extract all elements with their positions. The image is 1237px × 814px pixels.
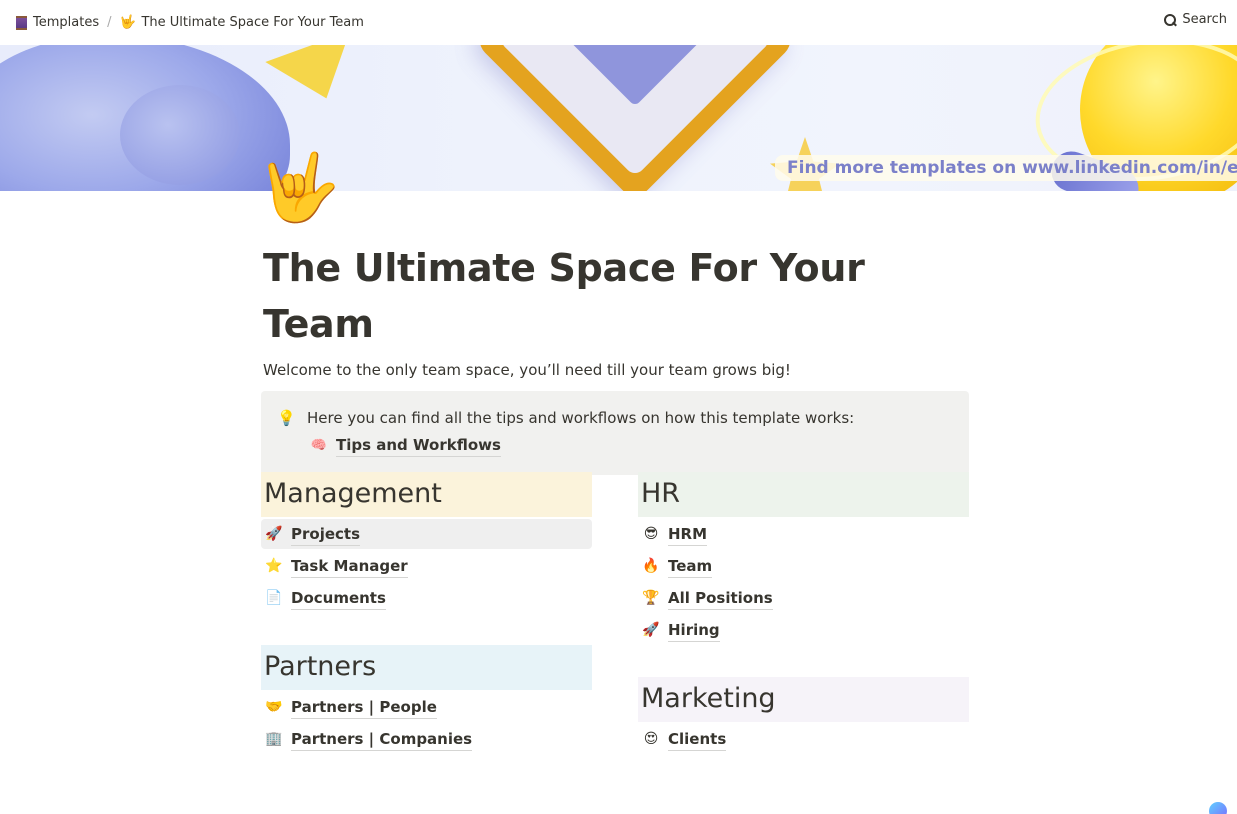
page-link-projects[interactable]: 🚀 Projects <box>261 519 592 549</box>
page-content: The Ultimate Space For Your Team Welcome… <box>261 240 969 475</box>
breadcrumb-templates[interactable]: Templates <box>12 13 103 32</box>
lightning-illustration <box>265 45 369 114</box>
top-bar: Templates / 🤟 The Ultimate Space For You… <box>0 0 1237 45</box>
page-link-hrm[interactable]: 😎 HRM <box>638 519 969 549</box>
section-heading-partners: Partners <box>261 645 592 690</box>
cover-banner-text: Find more templates on www.linkedin.com/… <box>775 155 1237 181</box>
office-building-icon: 🏢 <box>265 731 283 747</box>
page-link-task-manager[interactable]: ⭐ Task Manager <box>261 551 592 581</box>
heart-eyes-icon: 😍 <box>643 731 659 747</box>
trophy-icon: 🏆 <box>642 590 660 606</box>
page-link-team[interactable]: 🔥 Team <box>638 551 969 581</box>
tips-and-workflows-link[interactable]: 🧠 Tips and Workflows <box>310 434 854 457</box>
section-heading-hr: HR <box>638 472 969 517</box>
frame-illustration <box>472 45 798 191</box>
callout-text: Here you can find all the tips and workf… <box>307 409 855 427</box>
help-button[interactable] <box>1209 802 1227 814</box>
page-title[interactable]: The Ultimate Space For Your Team <box>263 240 969 352</box>
hand-rock-icon: 🤟 <box>119 15 136 30</box>
link-label: Partners | People <box>291 696 437 719</box>
sunglasses-face-icon: 😎 <box>643 526 659 542</box>
link-label: All Positions <box>668 587 773 610</box>
breadcrumb-label: The Ultimate Space For Your Team <box>141 15 364 30</box>
page-link-all-positions[interactable]: 🏆 All Positions <box>638 583 969 613</box>
rocket-icon: 🚀 <box>265 526 283 542</box>
rocket-icon: 🚀 <box>642 622 660 638</box>
right-column: HR 😎 HRM 🔥 Team 🏆 All Positions 🚀 Hiring… <box>638 472 969 754</box>
search-icon <box>1163 13 1177 27</box>
link-label: Task Manager <box>291 555 408 578</box>
search-button[interactable]: Search <box>1163 12 1227 27</box>
section-heading-management: Management <box>261 472 592 517</box>
lightbulb-icon: 💡 <box>277 409 296 427</box>
link-label: Clients <box>668 728 727 751</box>
page-link-hiring[interactable]: 🚀 Hiring <box>638 615 969 645</box>
star-icon: ⭐ <box>265 558 283 574</box>
breadcrumb-separator: / <box>107 15 112 30</box>
breadcrumb-label: Templates <box>33 15 100 30</box>
page-link-documents[interactable]: 📄 Documents <box>261 583 592 613</box>
cover-image[interactable]: Find more templates on www.linkedin.com/… <box>0 45 1237 191</box>
link-label: Tips and Workflows <box>336 434 501 457</box>
search-label: Search <box>1182 12 1227 27</box>
link-label: Hiring <box>668 619 720 642</box>
left-column: Management 🚀 Projects ⭐ Task Manager 📄 D… <box>261 472 592 754</box>
link-label: Documents <box>291 587 386 610</box>
page-link-clients[interactable]: 😍 Clients <box>638 724 969 754</box>
section-heading-marketing: Marketing <box>638 677 969 722</box>
link-label: Partners | Companies <box>291 728 473 751</box>
brain-icon: 🧠 <box>310 438 328 453</box>
page-icon[interactable]: 🤟 <box>258 148 340 228</box>
fire-icon: 🔥 <box>642 558 660 574</box>
brain-illustration-lobe <box>120 85 240 185</box>
link-label: Projects <box>291 523 361 546</box>
spool-icon <box>16 15 27 30</box>
handshake-icon: 🤝 <box>265 699 283 715</box>
page-link-partners-companies[interactable]: 🏢 Partners | Companies <box>261 724 592 754</box>
page-link-partners-people[interactable]: 🤝 Partners | People <box>261 692 592 722</box>
breadcrumb-current-page[interactable]: 🤟 The Ultimate Space For Your Team <box>115 13 367 32</box>
link-label: HRM <box>668 523 708 546</box>
document-icon: 📄 <box>265 590 283 606</box>
callout: 💡 Here you can find all the tips and wor… <box>261 391 969 475</box>
page-subtitle: Welcome to the only team space, you’ll n… <box>263 361 791 379</box>
link-label: Team <box>668 555 713 578</box>
